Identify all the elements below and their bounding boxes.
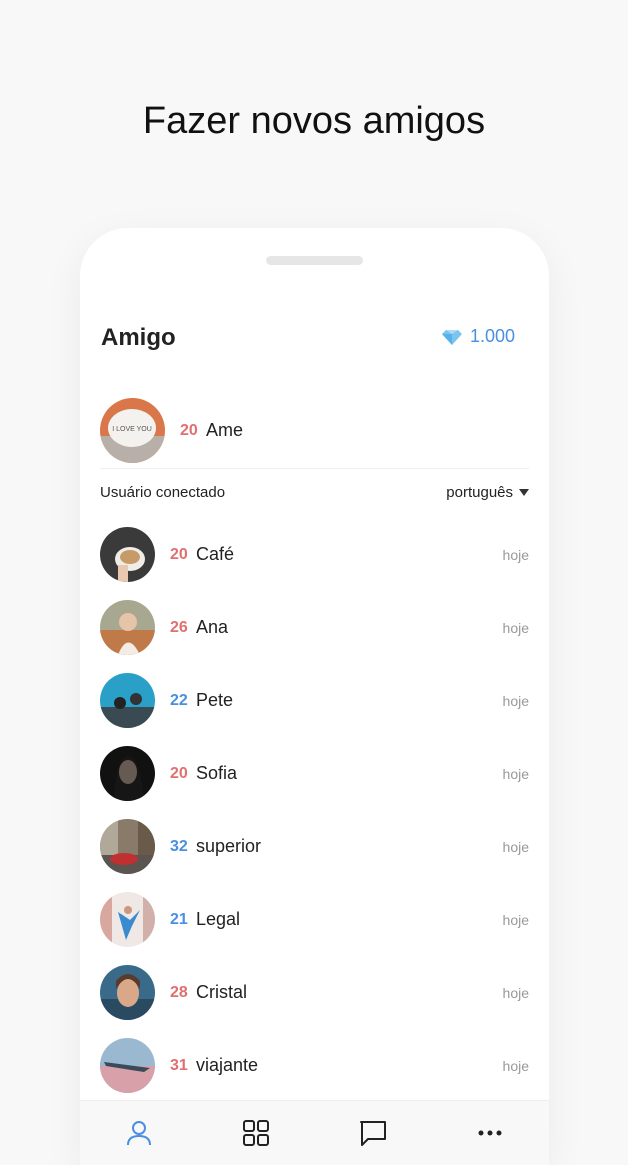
grid-icon — [242, 1120, 269, 1146]
last-seen: hoje — [502, 984, 529, 1001]
tab-friends[interactable] — [109, 1111, 169, 1155]
language-value: português — [446, 484, 513, 501]
tab-messages[interactable] — [343, 1111, 403, 1155]
friend-age: 20 — [170, 545, 188, 563]
language-dropdown[interactable]: português — [446, 484, 529, 501]
avatar — [100, 965, 155, 1020]
last-seen: hoje — [502, 546, 529, 563]
list-item[interactable]: 22 Pete hoje — [100, 664, 529, 737]
gem-balance[interactable]: 1.000 — [441, 326, 515, 347]
svg-text:I LOVE YOU: I LOVE YOU — [112, 426, 152, 433]
friend-name: Pete — [196, 690, 234, 710]
list-item[interactable]: 20 Café hoje — [100, 518, 529, 591]
last-seen: hoje — [502, 619, 529, 636]
page-title: Amigo — [101, 324, 176, 351]
friend-name: Sofia — [196, 763, 238, 783]
last-seen: hoje — [502, 838, 529, 855]
gem-count: 1.000 — [469, 326, 515, 346]
list-item[interactable]: 32 superior hoje — [100, 810, 529, 883]
list-item[interactable]: 21 Legal hoje — [100, 883, 529, 956]
avatar — [100, 746, 155, 801]
avatar — [100, 819, 155, 874]
friend-name: viajante — [196, 1055, 259, 1075]
avatar: I LOVE YOU — [100, 398, 165, 463]
section-label: Usuário conectado — [100, 484, 226, 501]
friend-name: Ana — [196, 617, 229, 637]
avatar — [100, 673, 155, 728]
more-dots-icon — [478, 1130, 502, 1136]
friend-name: superior — [196, 836, 262, 856]
last-seen: hoje — [502, 1057, 529, 1074]
user-name: Ame — [206, 420, 244, 440]
friend-age: 32 — [170, 837, 188, 855]
promo-headline: Fazer novos amigos — [142, 100, 486, 142]
list-item[interactable]: 28 Cristal hoje — [100, 956, 529, 1029]
avatar — [100, 1038, 155, 1093]
list-item[interactable]: 26 Ana hoje — [100, 591, 529, 664]
list-item[interactable]: 31 viajante hoje — [100, 1029, 529, 1102]
current-user-row[interactable]: I LOVE YOU 20 Ame — [100, 393, 529, 469]
friend-age: 21 — [170, 910, 188, 928]
diamond-icon — [441, 329, 462, 345]
avatar — [100, 892, 155, 947]
last-seen: hoje — [502, 692, 529, 709]
phone-notch — [266, 256, 363, 265]
friend-age: 31 — [170, 1056, 188, 1074]
chat-bubble-icon — [360, 1121, 387, 1146]
friend-name: Legal — [196, 909, 241, 929]
friend-list: 20 Café hoje 26 Ana hoje 22 Pete hoje 20 — [100, 518, 529, 1102]
online-section-header: Usuário conectado português — [100, 484, 529, 501]
friend-age: 22 — [170, 691, 188, 709]
phone-frame: Amigo 1.000 I LOVE YOU 20 Ame Usuário co… — [80, 228, 549, 1165]
bottom-tab-bar — [80, 1100, 549, 1165]
person-icon — [126, 1121, 151, 1146]
user-age: 20 — [180, 421, 198, 439]
friend-name: Café — [196, 544, 235, 564]
avatar — [100, 527, 155, 582]
last-seen: hoje — [502, 765, 529, 782]
last-seen: hoje — [502, 911, 529, 928]
friend-age: 28 — [170, 983, 188, 1001]
caret-down-icon — [519, 489, 529, 496]
tab-discover[interactable] — [226, 1111, 286, 1155]
tab-more[interactable] — [460, 1111, 520, 1155]
friend-age: 20 — [170, 764, 188, 782]
friend-age: 26 — [170, 618, 188, 636]
list-item[interactable]: 20 Sofia hoje — [100, 737, 529, 810]
friend-name: Cristal — [196, 982, 248, 1002]
avatar — [100, 600, 155, 655]
